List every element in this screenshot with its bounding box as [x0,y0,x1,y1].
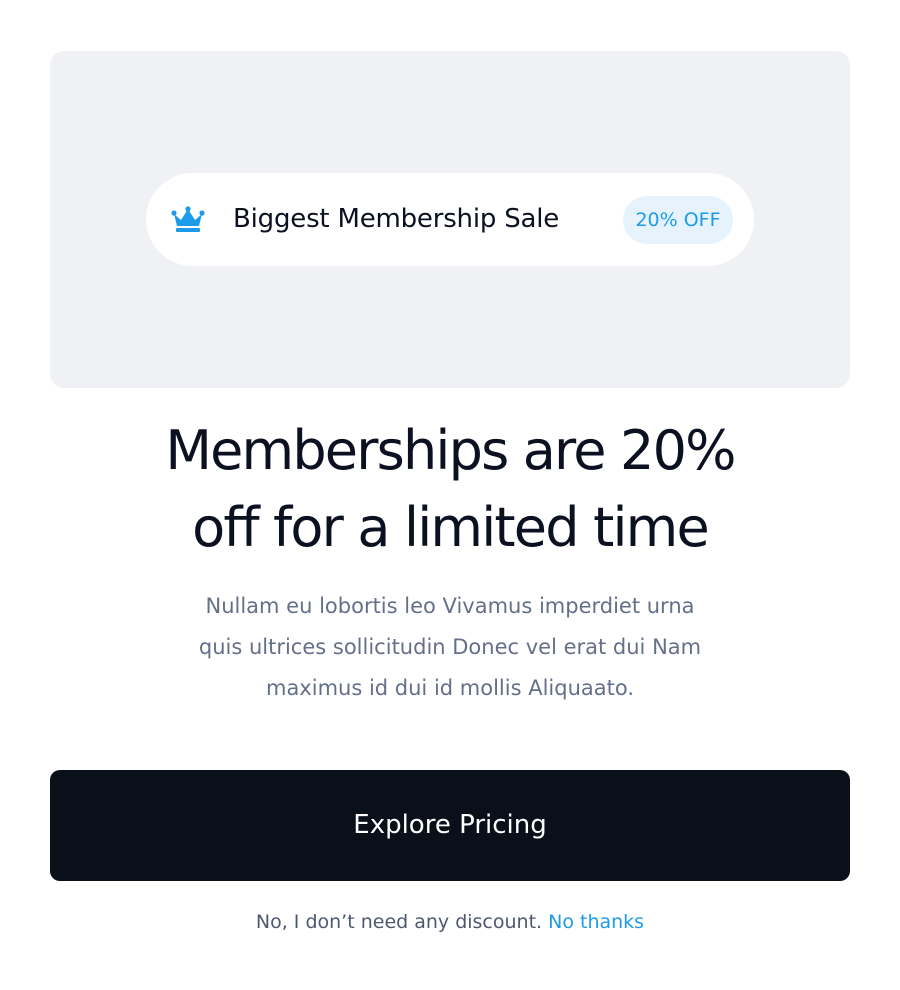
explore-pricing-button[interactable]: Explore Pricing [50,770,850,881]
description: Nullam eu lobortis leo Vivamus imperdiet… [130,586,770,709]
sale-title: Biggest Membership Sale [233,204,560,234]
headline-line-1: Memberships are 20% [165,419,736,482]
headline: Memberships are 20% off for a limited ti… [50,412,850,566]
promo-modal: Biggest Membership Sale 20% OFF Membersh… [0,0,900,990]
decline-text: No, I don’t need any discount. [255,911,543,933]
sale-pill: Biggest Membership Sale 20% OFF [146,173,754,266]
no-thanks-link[interactable]: No thanks [548,911,644,933]
decline-row: No, I don’t need any discount. No thanks [50,905,850,939]
headline-line-2: off for a limited time [192,496,710,559]
description-line-1: Nullam eu lobortis leo Vivamus imperdiet… [205,594,695,618]
description-line-3: maximus id dui id mollis Aliquaato. [265,676,635,700]
discount-badge: 20% OFF [623,196,733,244]
crown-icon [170,206,206,234]
description-line-2: quis ultrices sollicitudin Donec vel era… [198,635,702,659]
